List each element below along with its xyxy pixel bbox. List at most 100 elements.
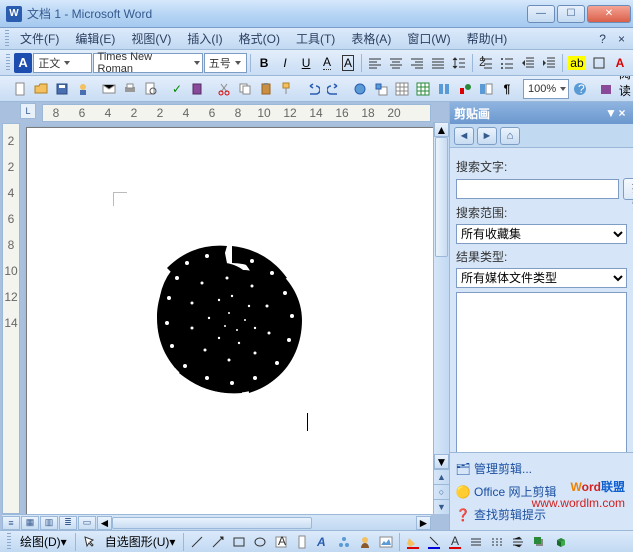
toolbar-grip[interactable] [7, 533, 11, 551]
vertical-textbox-button[interactable] [292, 532, 312, 552]
3d-button[interactable] [550, 532, 570, 552]
find-tips-link[interactable]: ❓查找剪辑提示 [456, 503, 627, 526]
menu-table[interactable]: 表格(A) [343, 28, 399, 49]
menu-edit[interactable]: 编辑(E) [67, 28, 123, 49]
scroll-up-button[interactable]: ▲ [434, 122, 449, 137]
scroll-right-button[interactable]: ► [416, 516, 431, 530]
zoom-dropdown[interactable]: 100% [523, 79, 569, 99]
excel-button[interactable] [413, 79, 433, 99]
outline-view-button[interactable]: ≣ [59, 516, 77, 530]
textbox-button[interactable]: A [271, 532, 291, 552]
diagram-button[interactable] [334, 532, 354, 552]
char-border-button[interactable]: A [338, 53, 358, 73]
cut-button[interactable] [214, 79, 234, 99]
clipart-button[interactable] [355, 532, 375, 552]
fill-color-button[interactable] [403, 532, 423, 552]
scroll-down-button[interactable]: ▼ [434, 454, 449, 469]
doc-close-button[interactable]: × [612, 30, 631, 48]
permissions-button[interactable] [73, 79, 93, 99]
numbering-button[interactable]: 12 [476, 53, 496, 73]
copy-button[interactable] [235, 79, 255, 99]
tables-button[interactable] [371, 79, 391, 99]
menu-format[interactable]: 格式(O) [231, 28, 288, 49]
arrow-button[interactable] [208, 532, 228, 552]
menu-tools[interactable]: 工具(T) [288, 28, 343, 49]
new-doc-button[interactable] [10, 79, 30, 99]
line-spacing-button[interactable] [449, 53, 469, 73]
toolbar-grip[interactable] [5, 30, 9, 48]
nav-forward-button[interactable]: ► [477, 127, 497, 145]
borders-button[interactable] [589, 53, 609, 73]
line-style-button[interactable] [466, 532, 486, 552]
menu-insert[interactable]: 插入(I) [179, 28, 230, 49]
font-color-button[interactable]: A [445, 532, 465, 552]
scroll-thumb[interactable] [435, 137, 448, 257]
nav-home-button[interactable]: ⌂ [500, 127, 520, 145]
toolbar-grip[interactable] [6, 54, 10, 72]
reading-view-button[interactable]: ▭ [78, 516, 96, 530]
menu-window[interactable]: 窗口(W) [399, 28, 458, 49]
line-button[interactable] [187, 532, 207, 552]
save-button[interactable] [52, 79, 72, 99]
minimize-button[interactable]: — [527, 5, 555, 23]
align-center-button[interactable] [386, 53, 406, 73]
menu-file[interactable]: 文件(F) [12, 28, 67, 49]
help-input-icon[interactable]: ? [593, 30, 612, 48]
increase-indent-button[interactable] [539, 53, 559, 73]
highlight-button[interactable]: ab [566, 53, 588, 73]
insert-table-button[interactable] [392, 79, 412, 99]
bold-button[interactable]: B [254, 53, 274, 73]
wordart-button[interactable]: A [313, 532, 333, 552]
arrow-style-button[interactable] [508, 532, 528, 552]
nav-back-button[interactable]: ◄ [454, 127, 474, 145]
horizontal-scrollbar[interactable]: ≡ ▦ ▥ ≣ ▭ ◄ ► [2, 514, 431, 530]
font-color-button[interactable]: A [610, 53, 630, 73]
styles-pane-icon[interactable]: A [14, 53, 33, 73]
menu-help[interactable]: 帮助(H) [459, 28, 516, 49]
read-button[interactable]: 阅读(R) [617, 79, 633, 99]
open-button[interactable] [31, 79, 51, 99]
page-viewport[interactable] [22, 123, 433, 514]
pane-close-button[interactable]: × [615, 106, 629, 120]
results-box[interactable] [456, 292, 627, 452]
drawing-menu[interactable]: 绘图(D) ▾ [15, 532, 72, 552]
paste-button[interactable] [256, 79, 276, 99]
print-preview-button[interactable] [141, 79, 161, 99]
pane-menu-dropdown[interactable]: ▼ [605, 106, 615, 120]
oval-button[interactable] [250, 532, 270, 552]
scroll-left-button[interactable]: ◄ [97, 516, 112, 530]
drawing-toolbar-button[interactable] [455, 79, 475, 99]
doc-map-button[interactable] [476, 79, 496, 99]
manage-clips-link[interactable]: 🗂管理剪辑... [456, 457, 627, 480]
hscroll-track[interactable] [112, 516, 416, 530]
show-marks-button[interactable]: ¶ [497, 79, 517, 99]
vertical-ruler[interactable]: 22468101214 [2, 123, 20, 514]
print-view-button[interactable]: ▥ [40, 516, 58, 530]
web-view-button[interactable]: ▦ [21, 516, 39, 530]
vertical-scrollbar[interactable]: ▲ ▼ ▲ ○ ▼ [433, 122, 449, 514]
select-objects-button[interactable] [79, 532, 99, 552]
dash-style-button[interactable] [487, 532, 507, 552]
line-color-button[interactable] [424, 532, 444, 552]
font-dropdown[interactable]: Times New Roman [93, 53, 203, 73]
bullets-button[interactable] [497, 53, 517, 73]
decrease-indent-button[interactable] [518, 53, 538, 73]
align-justify-button[interactable] [428, 53, 448, 73]
email-button[interactable] [99, 79, 119, 99]
undo-button[interactable] [303, 79, 323, 99]
style-dropdown[interactable]: 正文 [33, 53, 91, 73]
underline-button[interactable]: U [296, 53, 316, 73]
normal-view-button[interactable]: ≡ [2, 516, 20, 530]
picture-button[interactable] [376, 532, 396, 552]
search-input[interactable] [456, 179, 619, 199]
help-button[interactable]: ? [570, 79, 590, 99]
rectangle-button[interactable] [229, 532, 249, 552]
menu-view[interactable]: 视图(V) [123, 28, 179, 49]
maximize-button[interactable]: ☐ [557, 5, 585, 23]
prev-page-button[interactable]: ▲ [434, 469, 449, 484]
italic-button[interactable]: I [275, 53, 295, 73]
clipart-nautilus[interactable] [137, 228, 312, 403]
browse-object-button[interactable]: ○ [434, 484, 449, 499]
spellcheck-button[interactable]: ✓ [167, 79, 187, 99]
print-button[interactable] [120, 79, 140, 99]
